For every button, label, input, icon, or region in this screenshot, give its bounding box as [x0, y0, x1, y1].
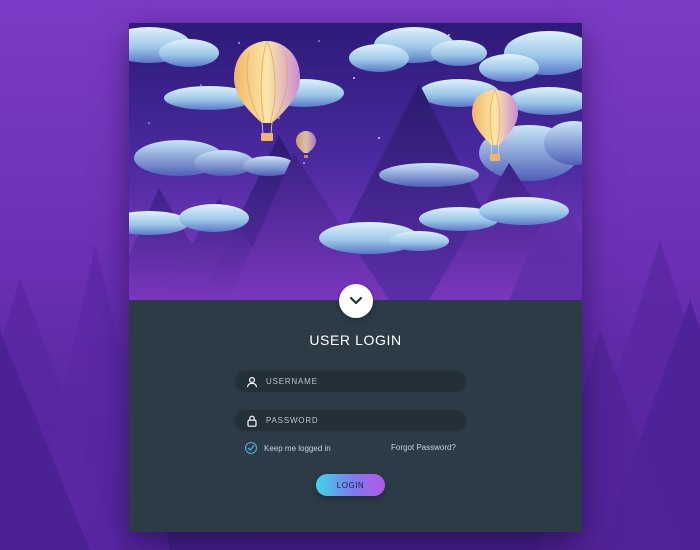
checkmark-icon	[245, 442, 257, 454]
remember-me-label: Keep me logged in	[264, 443, 331, 453]
hero-illustration	[129, 23, 582, 300]
username-field[interactable]	[234, 370, 467, 393]
lock-icon	[244, 413, 260, 429]
login-title: USER LOGIN	[309, 332, 402, 348]
chevron-down-icon	[349, 296, 363, 305]
username-input[interactable]	[266, 371, 467, 392]
expand-toggle-button[interactable]	[339, 284, 373, 318]
login-button[interactable]: LOGIN	[316, 474, 385, 496]
login-card: USER LOGIN Keep me logged in Forgot Pass…	[129, 23, 582, 532]
user-icon	[244, 374, 260, 390]
password-input[interactable]	[266, 410, 467, 431]
forgot-password-link[interactable]: Forgot Password?	[391, 443, 456, 452]
password-field[interactable]	[234, 409, 467, 432]
remember-me-checkbox[interactable]: Keep me logged in	[245, 442, 331, 454]
